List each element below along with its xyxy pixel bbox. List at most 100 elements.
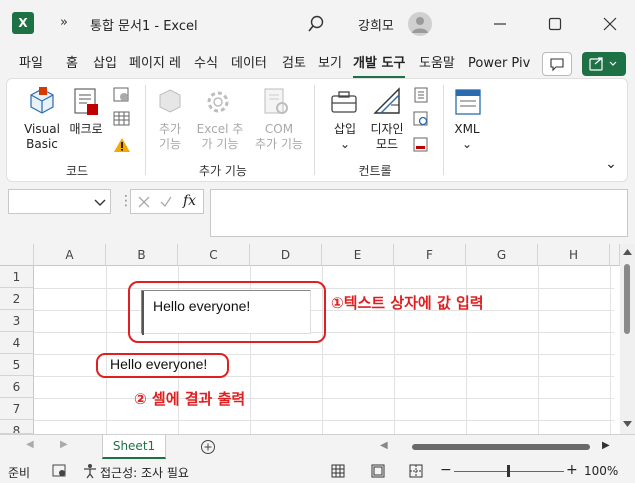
minimize-icon[interactable]: [488, 12, 512, 36]
column-header[interactable]: G: [466, 244, 538, 266]
add-sheet-icon[interactable]: [200, 439, 216, 455]
excel-logo-icon: X: [12, 12, 34, 34]
qat-overflow-button[interactable]: »: [60, 15, 68, 30]
tab-page-layout[interactable]: 페이지 레: [129, 52, 181, 76]
addins-icon: [159, 89, 181, 113]
textbox-highlight: [128, 281, 326, 343]
accessibility-status[interactable]: 접근성: 조사 필요: [100, 464, 189, 481]
record-macro-icon[interactable]: [113, 87, 131, 103]
tab-help[interactable]: 도움말: [419, 52, 455, 76]
page-break-view-icon[interactable]: [409, 464, 423, 478]
group-separator: [145, 85, 146, 175]
zoom-in-button[interactable]: +: [566, 462, 578, 478]
vertical-scrollbar[interactable]: [620, 244, 635, 434]
formula-tools: fx: [130, 189, 204, 214]
sheet-next-icon[interactable]: ▶: [60, 439, 68, 450]
collapse-ribbon-chevron-icon[interactable]: ⌄: [603, 157, 619, 172]
xml-button[interactable]: XML ⌄: [447, 122, 487, 152]
column-header[interactable]: C: [178, 244, 250, 266]
tab-insert[interactable]: 삽입: [93, 52, 117, 76]
insert-control-label: 삽입: [333, 122, 357, 136]
formula-input[interactable]: [210, 189, 628, 237]
zoom-slider-thumb[interactable]: [507, 465, 510, 477]
insert-control-button[interactable]: 삽입 ⌄: [325, 122, 365, 152]
design-mode-icon: [373, 87, 400, 114]
tab-formulas[interactable]: 수식: [194, 52, 218, 76]
column-header[interactable]: A: [34, 244, 106, 266]
scroll-down-icon[interactable]: [623, 420, 632, 428]
maximize-icon[interactable]: [543, 12, 567, 36]
cancel-icon[interactable]: [137, 195, 151, 209]
page-layout-view-icon[interactable]: [371, 464, 385, 478]
tab-developer[interactable]: 개발 도구: [353, 52, 406, 79]
macro-icon: [74, 88, 98, 115]
macro-record-status-icon[interactable]: [52, 464, 68, 478]
view-code-icon[interactable]: [413, 111, 429, 127]
cell-highlight: [96, 353, 229, 378]
com-addins-icon: [264, 88, 288, 114]
macro-button[interactable]: 매크로: [65, 122, 107, 137]
row-header[interactable]: 8: [0, 420, 34, 434]
column-header[interactable]: H: [538, 244, 610, 266]
tab-review[interactable]: 검토: [282, 52, 306, 76]
search-icon[interactable]: [306, 14, 326, 34]
row-header[interactable]: 6: [0, 376, 34, 398]
com-addins-button[interactable]: COM 추가 기능: [251, 122, 307, 152]
comments-button[interactable]: [542, 52, 572, 76]
excel-addins-button[interactable]: Excel 추 가 기능: [195, 122, 245, 152]
name-box[interactable]: [8, 189, 111, 214]
hscroll-right-icon[interactable]: ▶: [602, 440, 610, 451]
enter-check-icon[interactable]: [159, 195, 173, 209]
column-header[interactable]: B: [106, 244, 178, 266]
worksheet-grid[interactable]: A B C D E F G H 1 2 3 4 5 6 7 8 Hello ev…: [0, 244, 620, 434]
zoom-level[interactable]: 100%: [584, 464, 618, 478]
scroll-up-icon[interactable]: [623, 248, 632, 256]
row-header[interactable]: 7: [0, 398, 34, 420]
relative-ref-icon[interactable]: [113, 111, 131, 127]
column-header[interactable]: E: [322, 244, 394, 266]
row-header[interactable]: 5: [0, 354, 34, 376]
row-header[interactable]: 1: [0, 266, 34, 288]
hscroll-thumb[interactable]: [412, 444, 590, 450]
close-icon[interactable]: [598, 12, 622, 36]
annotation-step-2: ② 셀에 결과 출력: [134, 390, 246, 408]
avatar[interactable]: [408, 12, 432, 36]
insert-function-button[interactable]: fx: [183, 193, 196, 209]
tab-power-pivot[interactable]: Power Piv: [468, 52, 530, 76]
warning-icon[interactable]: [113, 137, 131, 153]
tab-data[interactable]: 데이터: [231, 52, 267, 76]
tab-home[interactable]: 홈: [66, 52, 78, 76]
row-header[interactable]: 2: [0, 288, 34, 310]
normal-view-icon[interactable]: [331, 464, 345, 478]
column-header[interactable]: F: [394, 244, 466, 266]
row-header[interactable]: 4: [0, 332, 34, 354]
column-header[interactable]: D: [250, 244, 322, 266]
design-mode-button[interactable]: 디자인 모드: [367, 122, 407, 152]
visual-basic-button[interactable]: Visual Basic: [21, 122, 63, 152]
properties-icon[interactable]: [413, 87, 429, 103]
addins-button[interactable]: 추가 기능: [151, 122, 189, 152]
com-addins-label-2: 추가 기능: [255, 137, 303, 151]
row-header[interactable]: 3: [0, 310, 34, 332]
chevron-down-icon[interactable]: [93, 196, 107, 208]
design-mode-label-1: 디자인: [370, 122, 404, 136]
accessibility-icon[interactable]: [82, 463, 98, 479]
addins-label-2: 기능: [158, 137, 182, 151]
tab-view[interactable]: 보기: [318, 52, 342, 76]
sheet-prev-icon[interactable]: ◀: [26, 439, 34, 450]
share-button[interactable]: [582, 52, 626, 76]
scroll-thumb[interactable]: [624, 264, 630, 334]
visual-basic-label-1: Visual: [24, 122, 60, 136]
visual-basic-icon: [30, 87, 54, 114]
select-all-corner[interactable]: [0, 244, 34, 266]
run-dialog-icon[interactable]: [413, 137, 429, 153]
sheet-tab-sheet1[interactable]: Sheet1: [102, 435, 166, 459]
tab-file[interactable]: 파일: [19, 52, 43, 76]
chevron-down-icon: ⌄: [339, 137, 351, 151]
group-controls-label: 컨트롤: [358, 164, 392, 178]
user-name[interactable]: 강희모: [358, 15, 394, 34]
hscroll-left-icon[interactable]: ◀: [380, 440, 388, 451]
share-icon: [589, 57, 617, 71]
zoom-out-button[interactable]: −: [440, 462, 452, 478]
ribbon-panel: Visual Basic 매크로 코드 추가 기능 Excel 추 가 기능 C…: [6, 78, 628, 182]
